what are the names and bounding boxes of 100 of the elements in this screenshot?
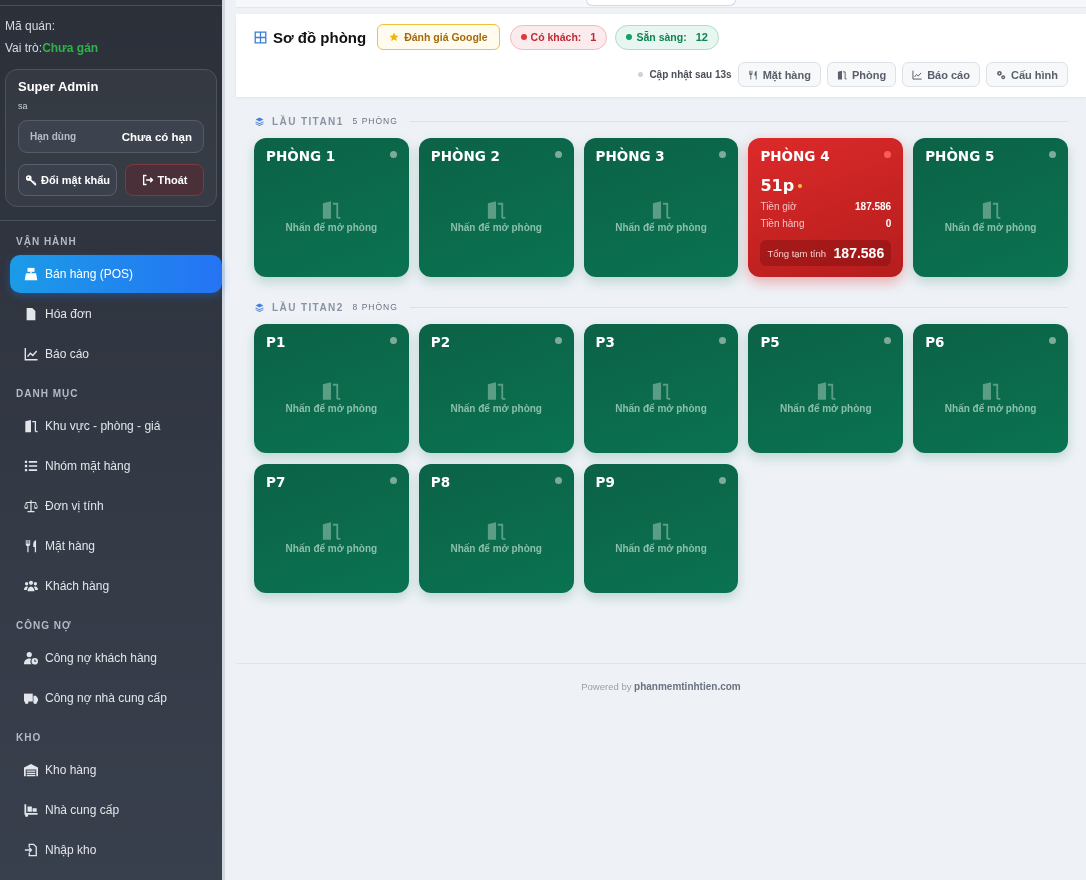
refresh-note: Cập nhật sau 13s bbox=[649, 69, 732, 80]
nav-item[interactable]: Kho hàng bbox=[10, 751, 222, 789]
door-icon bbox=[836, 69, 847, 80]
nav-item[interactable]: Hóa đơn bbox=[10, 295, 222, 333]
status-dot-icon bbox=[1049, 151, 1056, 158]
open-room-hint: Nhấn để mở phòng bbox=[615, 542, 707, 554]
toolbar-button[interactable]: Phòng bbox=[826, 62, 897, 87]
expiry-label: Hạn dùng bbox=[30, 131, 77, 142]
room-name: PHÒNG 1 bbox=[266, 146, 336, 166]
open-room-hint: Nhấn để mở phòng bbox=[780, 402, 872, 414]
room-name: PHÒNG 4 bbox=[760, 146, 830, 166]
room-name: P5 bbox=[760, 333, 780, 352]
room-card[interactable]: P6 Nhấn để mở phòng bbox=[913, 324, 1068, 453]
nav-item[interactable]: Nhóm mặt hàng bbox=[10, 447, 222, 485]
room-card[interactable]: P2 Nhấn để mở phòng bbox=[418, 324, 574, 453]
status-dot-icon bbox=[389, 337, 397, 344]
floor-title: LẦU TITAN1 bbox=[272, 115, 344, 127]
door-icon bbox=[980, 199, 1001, 220]
users-icon bbox=[24, 579, 38, 593]
room-name: P1 bbox=[266, 333, 286, 352]
nav-item[interactable]: Khách hàng bbox=[10, 567, 222, 605]
user-clock-icon bbox=[24, 651, 38, 665]
hand-truck-icon bbox=[24, 803, 38, 817]
room-card[interactable]: P7 Nhấn để mở phòng bbox=[254, 464, 409, 593]
toolbar-button[interactable]: Mặt hàng bbox=[737, 62, 821, 87]
nav-item[interactable]: Đơn vị tính bbox=[10, 487, 222, 525]
total-value: 187.586 bbox=[833, 245, 885, 261]
toolbar-button[interactable]: Cấu hình bbox=[985, 62, 1068, 87]
status-dot-icon bbox=[389, 151, 397, 158]
timer-dot-icon bbox=[798, 184, 803, 188]
room-card[interactable]: PHÒNG 3 Nhấn để mở phòng bbox=[583, 138, 739, 277]
door-icon bbox=[980, 380, 1001, 401]
room-card[interactable]: PHÒNG 1 Nhấn để mở phòng bbox=[254, 138, 409, 277]
room-card[interactable]: PHÒNG 2 Nhấn để mở phòng bbox=[418, 138, 574, 277]
room-name: PHÒNG 5 bbox=[925, 146, 995, 166]
store-code-label: Mã quán: bbox=[5, 18, 57, 35]
badge-label: Có khách: bbox=[530, 31, 582, 43]
review-button[interactable]: Đánh giá Google bbox=[377, 24, 500, 50]
expiry-value: Chưa có hạn bbox=[121, 130, 192, 143]
document-icon bbox=[24, 307, 38, 321]
door-icon bbox=[486, 520, 507, 541]
charge-label: Tiền giờ bbox=[760, 200, 797, 214]
nav-item[interactable]: Công nợ khách hàng bbox=[10, 639, 222, 677]
room-name: P7 bbox=[266, 473, 286, 492]
nav-item[interactable]: Báo cáo bbox=[10, 335, 222, 373]
status-dot-icon bbox=[1049, 337, 1056, 344]
nav-item[interactable]: Nhập kho bbox=[10, 831, 222, 869]
open-room-hint: Nhấn để mở phòng bbox=[285, 402, 378, 414]
door-icon bbox=[651, 520, 671, 541]
room-card[interactable]: PHÒNG 4 51p Tiền giờ 187.586 Tiền hàng 0 Tổng tạm tính 187.586 bbox=[748, 138, 904, 277]
charge-value: 0 bbox=[885, 217, 892, 231]
status-dot-icon bbox=[884, 151, 892, 158]
change-password-button[interactable]: Đổi mật khẩu bbox=[18, 164, 118, 196]
room-card[interactable]: P8 Nhấn để mở phòng bbox=[418, 464, 574, 593]
badge-count: 12 bbox=[695, 31, 708, 43]
user-name: Super Admin bbox=[18, 79, 100, 95]
open-room-hint: Nhấn để mở phòng bbox=[944, 221, 1037, 233]
nav-section-title: KHO bbox=[15, 731, 43, 745]
refresh-dot-icon bbox=[638, 72, 644, 77]
nav-item[interactable]: Khu vực - phòng - giá bbox=[10, 407, 222, 445]
room-card[interactable]: P3 Nhấn để mở phòng bbox=[583, 324, 739, 453]
status-dot-icon bbox=[884, 337, 892, 344]
line-chart-icon bbox=[912, 69, 923, 80]
room-name: PHÒNG 3 bbox=[595, 146, 665, 166]
layers-icon bbox=[255, 116, 264, 126]
toolbar-button[interactable]: Báo cáo bbox=[902, 62, 980, 87]
list-icon bbox=[24, 459, 38, 473]
room-name: PHÒNG 2 bbox=[430, 146, 500, 166]
room-count: 8 PHÒNG bbox=[352, 302, 398, 312]
door-icon bbox=[321, 380, 342, 401]
open-room-hint: Nhấn để mở phòng bbox=[285, 221, 378, 233]
door-icon bbox=[321, 520, 342, 541]
nav-item[interactable]: Nhà cung cấp bbox=[10, 791, 222, 829]
status-dot-icon bbox=[554, 337, 562, 344]
door-icon bbox=[651, 380, 671, 401]
charge-value: 187.586 bbox=[855, 200, 892, 214]
status-dot-icon bbox=[554, 151, 562, 158]
warehouse-icon bbox=[24, 763, 38, 777]
star-icon bbox=[389, 32, 400, 42]
role-value: Chưa gán bbox=[42, 41, 99, 55]
room-card[interactable]: PHÒNG 5 Nhấn để mở phòng bbox=[913, 138, 1068, 277]
footer-text: Powered by phanmemtinhtien.com bbox=[581, 681, 741, 692]
logout-button[interactable]: Thoát bbox=[125, 164, 204, 196]
open-room-hint: Nhấn để mở phòng bbox=[450, 542, 542, 554]
truck-icon bbox=[24, 691, 38, 705]
room-card[interactable]: P1 Nhấn để mở phòng bbox=[254, 324, 409, 453]
nav-item[interactable]: Mặt hàng bbox=[10, 527, 222, 565]
open-room-hint: Nhấn để mở phòng bbox=[615, 402, 707, 414]
nav-item[interactable]: Công nợ nhà cung cấp bbox=[10, 679, 222, 717]
open-room-hint: Nhấn để mở phòng bbox=[450, 221, 542, 233]
nav-section-title: VẬN HÀNH bbox=[15, 235, 78, 249]
room-card[interactable]: P9 Nhấn để mở phòng bbox=[583, 464, 739, 593]
floor-title: LẦU TITAN2 bbox=[272, 301, 344, 313]
door-icon bbox=[486, 380, 507, 401]
utensils-icon bbox=[747, 69, 758, 80]
total-label: Tổng tạm tính bbox=[767, 247, 826, 259]
door-icon bbox=[815, 380, 836, 401]
layers-icon bbox=[255, 302, 264, 312]
badge-count: 1 bbox=[590, 31, 597, 43]
room-card[interactable]: P5 Nhấn để mở phòng bbox=[748, 324, 904, 453]
